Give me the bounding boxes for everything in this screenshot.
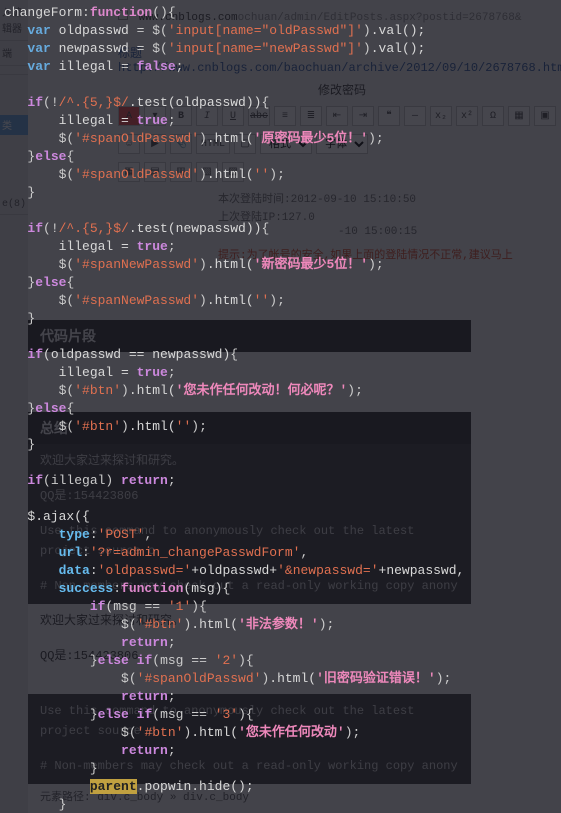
- kw-else: else: [98, 707, 129, 722]
- html-call: .html(: [207, 131, 254, 146]
- id-oldpasswd: oldpasswd: [59, 23, 129, 38]
- kw-return: return: [121, 473, 168, 488]
- test-call: .test(newpasswd)): [129, 221, 262, 236]
- sel-spanold: '#spanOldPasswd': [137, 671, 262, 686]
- str-empty: '': [176, 419, 192, 434]
- kw-return: return: [121, 635, 168, 650]
- kw-if: if: [90, 599, 106, 614]
- kw-true: true: [137, 365, 168, 380]
- val-url: '?r=admin_changePasswdForm': [90, 545, 301, 560]
- fn-name: changeForm: [4, 5, 82, 20]
- sel-spannew: '#spanNewPasswd': [74, 293, 199, 308]
- code-overlay: changeForm:function(){ var oldpasswd = $…: [0, 0, 561, 813]
- html-call: .html(: [191, 617, 238, 632]
- kw-var: var: [27, 41, 50, 56]
- id-parent-selected: parent: [90, 779, 137, 794]
- html-call: .html(: [191, 725, 238, 740]
- msg-illegal: '非法参数！': [238, 617, 319, 632]
- kw-var: var: [27, 59, 50, 74]
- kw-if: if: [27, 95, 43, 110]
- sel-btn: '#btn': [137, 617, 184, 632]
- kw-if: if: [27, 221, 43, 236]
- test-call: .test(oldpasswd)): [129, 95, 262, 110]
- sel-spanold: '#spanOldPasswd': [74, 131, 199, 146]
- regex: /^.{5,}$/: [59, 221, 129, 236]
- kw-else: else: [35, 149, 66, 164]
- sel-btn: '#btn': [74, 419, 121, 434]
- kw-return: return: [121, 689, 168, 704]
- regex: /^.{5,}$/: [59, 95, 129, 110]
- html-call: .html(: [207, 293, 254, 308]
- sel-btn: '#btn': [74, 383, 121, 398]
- kw-true: true: [137, 113, 168, 128]
- kw-function: function: [121, 581, 183, 596]
- html-call: .html(: [207, 257, 254, 272]
- kw-function: function: [90, 5, 152, 20]
- msg-nochange: '您未作任何改动！何必呢？': [176, 383, 348, 398]
- val-call: .val();: [371, 23, 426, 38]
- str-newpwd: 'input[name="newPasswd"]': [168, 41, 363, 56]
- popwin-call: .popwin.hide();: [137, 779, 254, 794]
- ajax-call: $.ajax({: [27, 509, 89, 524]
- val-data1: 'oldpasswd=': [98, 563, 192, 578]
- kw-return: return: [121, 743, 168, 758]
- msg-oldpwderr: '旧密码验证错误！': [316, 671, 436, 686]
- kw-if: if: [137, 653, 153, 668]
- str-3: '3': [215, 707, 238, 722]
- id-newpasswd: newpasswd: [59, 41, 129, 56]
- sel-btn: '#btn': [137, 725, 184, 740]
- kw-if: if: [27, 347, 43, 362]
- key-success: success: [59, 581, 114, 596]
- val-post: 'POST': [98, 527, 145, 542]
- html-call: .html(: [269, 671, 316, 686]
- html-call: .html(: [129, 419, 176, 434]
- str-empty: '': [254, 293, 270, 308]
- str-oldpwd: 'input[name="oldPasswd"]': [168, 23, 363, 38]
- msg-old5: '原密码最少5位！': [254, 131, 368, 146]
- val-data4: +newpasswd,: [379, 563, 465, 578]
- sel-spannew: '#spanNewPasswd': [74, 257, 199, 272]
- kw-if: if: [137, 707, 153, 722]
- val-data3: '&newpasswd=': [277, 563, 378, 578]
- kw-else: else: [35, 275, 66, 290]
- param-msg: (msg): [183, 581, 222, 596]
- kw-else: else: [35, 401, 66, 416]
- msg-new5: '新密码最少5位！': [254, 257, 368, 272]
- html-call: .html(: [129, 383, 176, 398]
- kw-false: false: [137, 59, 176, 74]
- sel-spanold: '#spanOldPasswd': [74, 167, 199, 182]
- str-2: '2': [215, 653, 238, 668]
- key-type: type: [59, 527, 90, 542]
- kw-else: else: [98, 653, 129, 668]
- key-data: data: [59, 563, 90, 578]
- kw-if: if: [27, 473, 43, 488]
- str-empty: '': [254, 167, 270, 182]
- kw-true: true: [137, 239, 168, 254]
- html-call: .html(: [207, 167, 254, 182]
- str-1: '1': [168, 599, 191, 614]
- cmp-expr: (oldpasswd == newpasswd): [43, 347, 230, 362]
- key-url: url: [59, 545, 82, 560]
- kw-var: var: [27, 23, 50, 38]
- msg-nochange2: '您未作任何改动': [238, 725, 345, 740]
- id-illegal: illegal: [59, 59, 114, 74]
- val-data2: +oldpasswd+: [191, 563, 277, 578]
- val-call: .val();: [371, 41, 426, 56]
